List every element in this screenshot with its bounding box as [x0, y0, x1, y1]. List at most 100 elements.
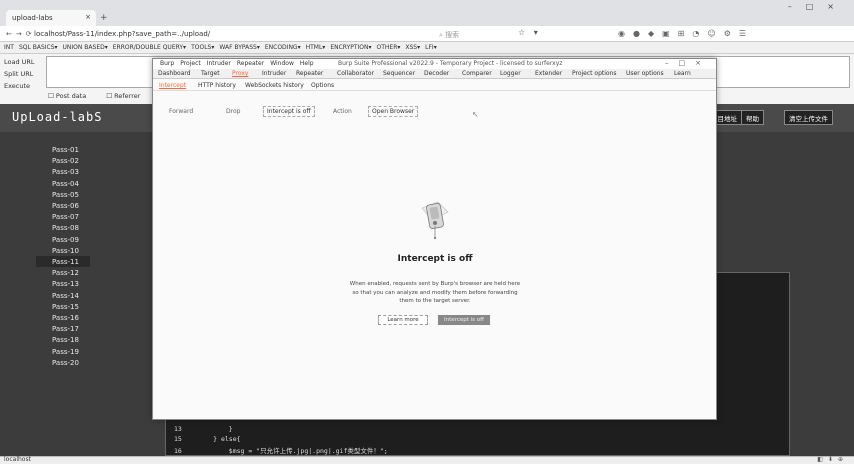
burp-tab[interactable]: Logger	[500, 70, 521, 77]
hackbar-menu-item[interactable]: TOOLS▾	[191, 44, 214, 51]
burp-subtab[interactable]: Intercept	[159, 82, 186, 89]
burp-tab[interactable]: Decoder	[424, 70, 449, 77]
pass-link[interactable]: Pass-14	[52, 292, 79, 300]
pass-link[interactable]: Pass-17	[52, 325, 79, 333]
intercept-off-icon	[421, 201, 449, 240]
hackbar-side-button[interactable]: Execute	[4, 80, 35, 92]
burp-window-controls[interactable]: –□×	[665, 59, 711, 67]
burp-menu-item[interactable]: Help	[300, 60, 314, 67]
burp-menu-item[interactable]: Repeater	[237, 60, 264, 67]
pass-link[interactable]: Pass-04	[52, 180, 79, 188]
hackbar-option-checkbox[interactable]: ☐ Post data	[48, 92, 96, 100]
burp-menu-item[interactable]: Burp	[160, 60, 174, 67]
burp-tab[interactable]: Learn	[674, 70, 691, 77]
header-button-clear[interactable]: 清空上传文件	[784, 110, 833, 125]
checkbox-icon: ☐	[48, 92, 56, 100]
burp-tab[interactable]: Dashboard	[158, 70, 191, 77]
burp-menu-item[interactable]: Project	[180, 60, 201, 67]
burp-tab[interactable]: Sequencer	[383, 70, 415, 77]
pass-link[interactable]: Pass-19	[52, 348, 79, 356]
status-icons[interactable]: ◧⬇⊕	[817, 456, 848, 463]
hackbar-menu-item[interactable]: SQL BASICS▾	[19, 44, 58, 51]
mouse-cursor-icon: ↖	[472, 110, 479, 119]
forward-button[interactable]: Forward	[169, 108, 193, 115]
new-tab-icon[interactable]: +	[100, 13, 108, 23]
hackbar-menu-item[interactable]: WAF BYPASS▾	[219, 44, 260, 51]
bookmark-icon[interactable]: ☆ ▾	[518, 28, 541, 37]
drop-button[interactable]: Drop	[226, 108, 240, 115]
action-button[interactable]: Action	[333, 108, 352, 115]
pass-link[interactable]: Pass-06	[52, 202, 79, 210]
hackbar-menu-item[interactable]: HTML▾	[306, 44, 326, 51]
hackbar-menu-item[interactable]: XSS▾	[405, 44, 420, 51]
pass-link[interactable]: Pass-07	[52, 213, 79, 221]
burp-tab[interactable]: Collaborator	[337, 70, 374, 77]
pass-link[interactable]: Pass-20	[52, 359, 79, 367]
burp-menu-item[interactable]: Window	[270, 60, 294, 67]
tab-title: upload-labs	[12, 14, 53, 22]
hackbar-side-button[interactable]: Split URL	[4, 68, 35, 80]
pass-link[interactable]: Pass-16	[52, 314, 79, 322]
hackbar-menu-item[interactable]: OTHER▾	[377, 44, 401, 51]
pass-link[interactable]: Pass-09	[52, 236, 79, 244]
hackbar-menu-item[interactable]: ENCODING▾	[265, 44, 301, 51]
close-tab-icon[interactable]: ×	[85, 13, 91, 21]
burp-tab[interactable]: Proxy	[232, 70, 248, 77]
url-input[interactable]: localhost/Pass-11/index.php?save_path=..…	[34, 30, 210, 38]
hackbar-label: INT	[4, 44, 14, 51]
search-input[interactable]: ⌕ 搜索	[439, 30, 459, 40]
hackbar-menu-item[interactable]: LFI▾	[425, 44, 437, 51]
hackbar-menu-item[interactable]: UNION BASED▾	[63, 44, 108, 51]
burp-subtab[interactable]: WebSockets history	[245, 82, 304, 89]
burp-tab[interactable]: Intruder	[262, 70, 286, 77]
pass-link[interactable]: Pass-11	[52, 258, 79, 266]
extension-icons[interactable]: ◉●◆▣⊞◔☺⚙☰	[618, 29, 754, 38]
checkbox-icon: ☐	[106, 92, 115, 100]
status-text: localhost	[4, 456, 31, 463]
window-controls[interactable]: –□×	[788, 2, 848, 11]
learn-more-button[interactable]: Learn more	[378, 315, 428, 325]
code-line: 13 }	[174, 425, 233, 433]
burp-tab[interactable]: User options	[626, 70, 664, 77]
intercept-title: Intercept is off	[397, 254, 473, 264]
pass-link[interactable]: Pass-18	[52, 336, 79, 344]
intercept-toggle-large-button[interactable]: Intercept is off	[438, 315, 490, 325]
open-browser-button[interactable]: Open Browser	[368, 106, 419, 117]
pass-link[interactable]: Pass-02	[52, 157, 79, 165]
hackbar-menu: INT SQL BASICS▾ UNION BASED▾ ERROR/DOUBLE Q…	[0, 42, 854, 54]
hackbar-option-checkbox[interactable]: ☐ Referrer	[106, 92, 150, 100]
burp-subtab[interactable]: Options	[311, 82, 334, 89]
pass-link[interactable]: Pass-12	[52, 269, 79, 277]
header-button-help[interactable]: 帮助	[741, 110, 764, 125]
pass-link[interactable]: Pass-05	[52, 191, 79, 199]
pass-link[interactable]: Pass-10	[52, 247, 79, 255]
hackbar-menu-item[interactable]: ERROR/DOUBLE QUERY▾	[113, 44, 186, 51]
pass-link[interactable]: Pass-03	[52, 168, 79, 176]
pass-link[interactable]: Pass-08	[52, 224, 79, 232]
burp-window-title: Burp Suite Professional v2022.9 - Tempor…	[338, 60, 563, 67]
burp-tab[interactable]: Project options	[572, 70, 617, 77]
hackbar-side-button[interactable]: Load URL	[4, 56, 35, 68]
checkbox-label: Post data	[55, 92, 87, 100]
code-line: 15 } else{	[174, 435, 241, 443]
burp-tab[interactable]: Extender	[535, 70, 562, 77]
pass-link[interactable]: Pass-01	[52, 146, 79, 154]
burp-menu-item[interactable]: Intruder	[207, 60, 231, 67]
nav-buttons[interactable]: ←→⟳	[6, 30, 36, 38]
burp-tab[interactable]: Repeater	[296, 70, 323, 77]
browser-tab[interactable]: upload-labs ×	[6, 10, 96, 26]
burp-tab[interactable]: Target	[201, 70, 220, 77]
pass-link[interactable]: Pass-13	[52, 280, 79, 288]
checkbox-label: Referrer	[114, 92, 141, 100]
burp-tab[interactable]: Comparer	[462, 70, 492, 77]
hackbar-menu-item[interactable]: ENCRYPTION▾	[330, 44, 371, 51]
search-placeholder: 搜索	[445, 31, 460, 39]
burp-menu: Burp Project Intruder Repeater Window Help	[160, 60, 320, 67]
intercept-description: When enabled, requests sent by Burp's br…	[349, 281, 521, 304]
code-line: 16 $msg = "只允许上传.jpg|.png|.gif类型文件！";	[174, 447, 388, 455]
site-logo: UpLoad-labS	[12, 110, 103, 124]
pass-link[interactable]: Pass-15	[52, 303, 79, 311]
browser-tab-bar	[0, 0, 854, 26]
intercept-toggle-button[interactable]: Intercept is off	[263, 106, 315, 117]
burp-subtab[interactable]: HTTP history	[198, 82, 236, 89]
